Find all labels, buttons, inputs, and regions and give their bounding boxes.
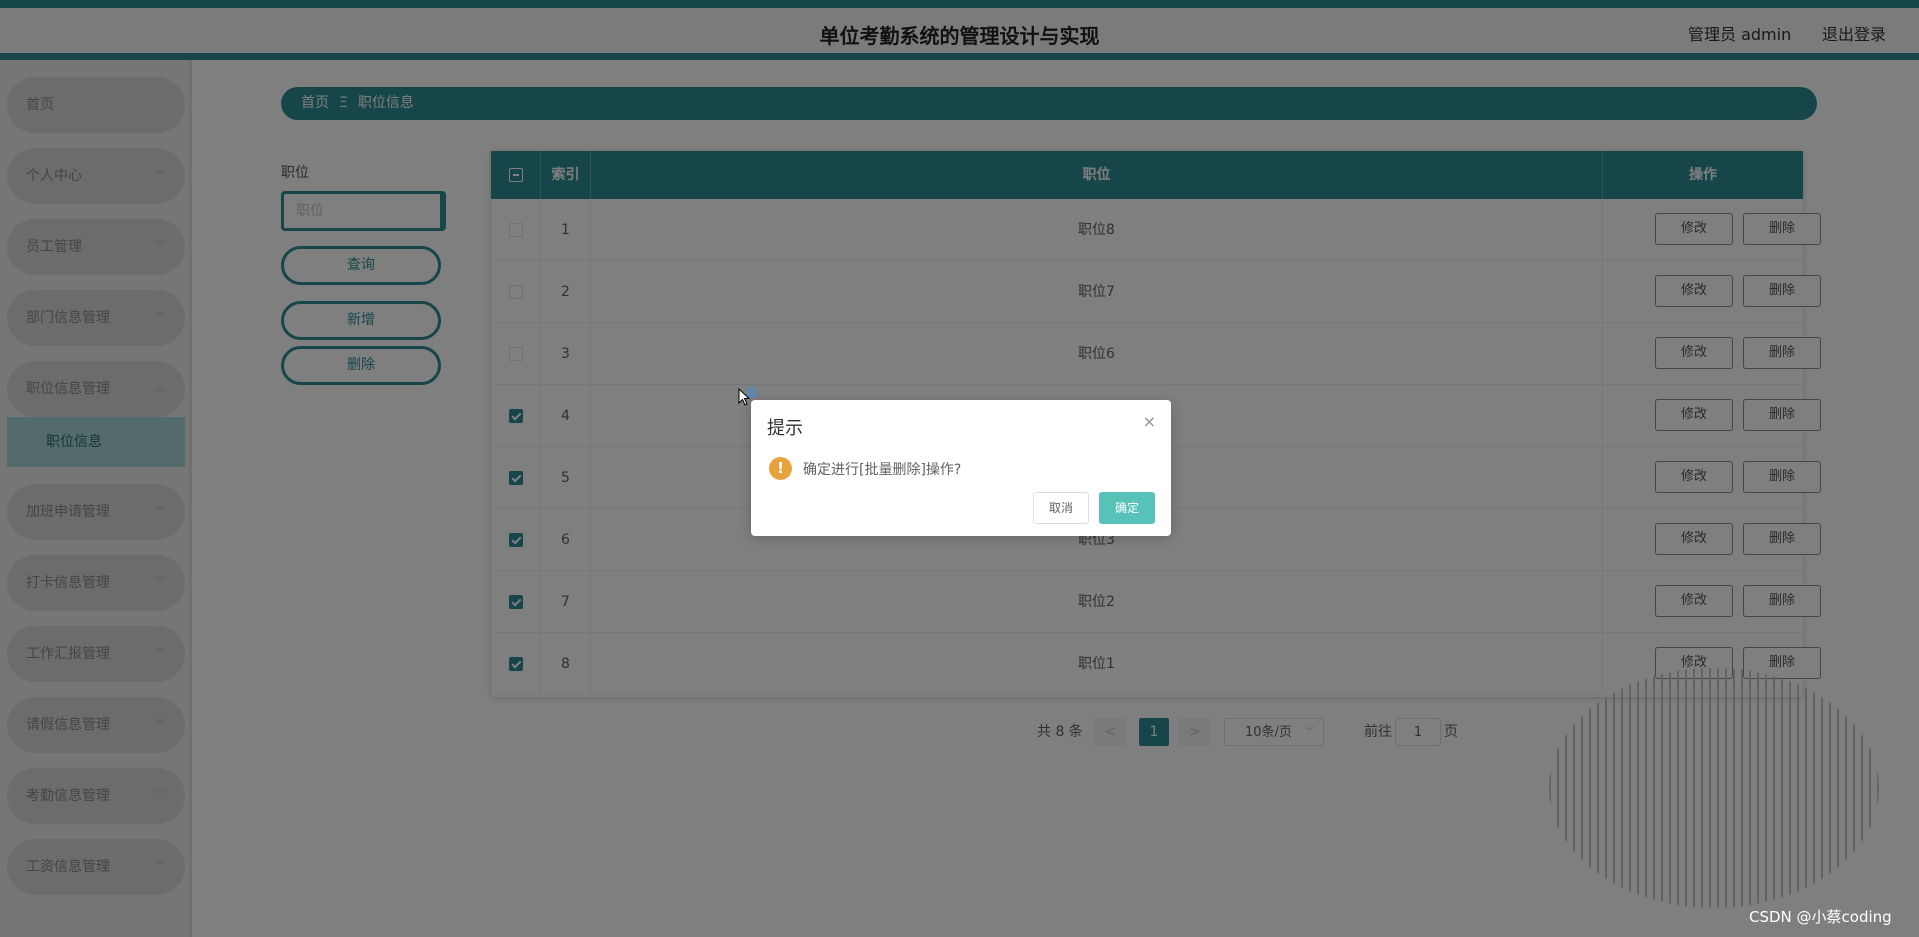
confirm-dialog: 提示 × ! 确定进行[批量删除]操作? 取消 确定 [751,400,1171,536]
confirm-button[interactable]: 确定 [1099,492,1155,524]
watermark: CSDN @小蔡coding [1749,908,1892,926]
dialog-message: 确定进行[批量删除]操作? [803,462,962,478]
warning-icon: ! [769,457,792,480]
close-icon[interactable]: × [1143,412,1156,431]
dialog-title: 提示 [767,418,803,439]
mouse-cursor-icon [738,388,757,406]
cancel-button[interactable]: 取消 [1033,492,1089,524]
